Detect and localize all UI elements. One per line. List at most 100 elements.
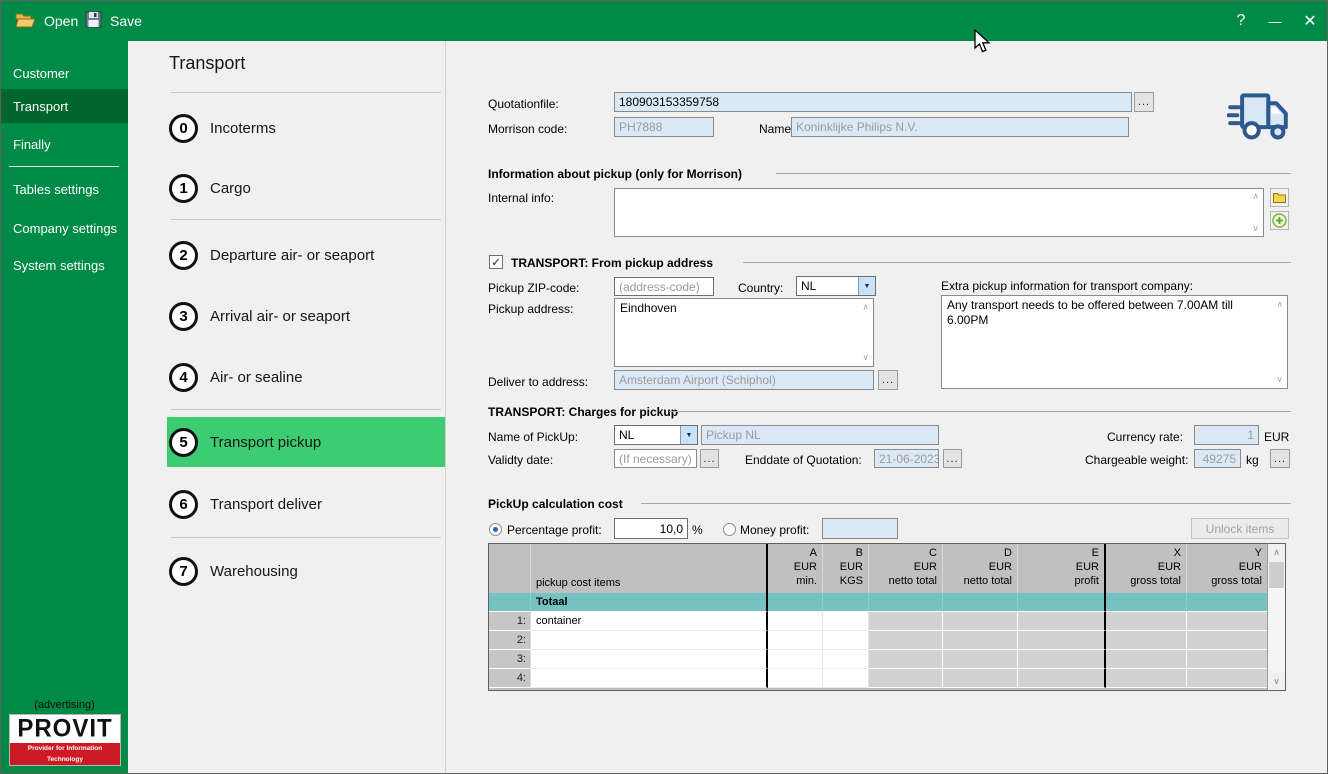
calc-section-line bbox=[641, 503, 1291, 504]
weight-browse-button[interactable]: ... bbox=[1270, 449, 1290, 468]
step-5-transport-pickup[interactable]: 5 Transport pickup bbox=[167, 417, 445, 467]
value-cell-b[interactable] bbox=[823, 631, 869, 650]
customer-name-field[interactable]: Koninklijke Philips N.V. bbox=[791, 117, 1129, 137]
extra-pickup-label: Extra pickup information for transport c… bbox=[941, 279, 1193, 293]
scroll-up-icon[interactable]: ∧ bbox=[862, 303, 869, 312]
step-4-air-or-sealine[interactable]: 4 Air- or sealine bbox=[169, 352, 445, 402]
column-header-y: YEURgross total bbox=[1187, 544, 1268, 593]
currency-rate-field[interactable]: 1 bbox=[1194, 425, 1259, 445]
scroll-up-icon[interactable]: ∧ bbox=[1268, 544, 1285, 561]
percentage-profit-label: Percentage profit: bbox=[507, 523, 602, 537]
value-cell-b[interactable] bbox=[823, 650, 869, 669]
scroll-down-icon[interactable]: ∨ bbox=[1252, 224, 1259, 233]
scroll-down-icon[interactable]: ∨ bbox=[1276, 375, 1283, 384]
unlock-items-button[interactable]: Unlock items bbox=[1191, 518, 1289, 539]
validity-date-browse-button[interactable]: ... bbox=[700, 449, 719, 468]
cost-item-cell[interactable]: container bbox=[531, 612, 768, 631]
chevron-down-icon[interactable]: ▼ bbox=[680, 426, 697, 444]
total-row-label: Totaal bbox=[531, 593, 768, 612]
step-6-transport-deliver[interactable]: 6 Transport deliver bbox=[169, 479, 445, 529]
total-cell-x bbox=[1106, 593, 1187, 612]
pickup-section-checkbox[interactable]: ✓ bbox=[489, 255, 503, 269]
money-profit-radio[interactable] bbox=[723, 523, 736, 536]
sidebar-item-system-settings[interactable]: System settings bbox=[1, 248, 128, 282]
step-2-departure-port[interactable]: 2 Departure air- or seaport bbox=[169, 230, 445, 280]
money-profit-field[interactable] bbox=[822, 518, 898, 539]
step-0-incoterms[interactable]: 0 Incoterms bbox=[169, 103, 445, 153]
value-cell-d bbox=[943, 631, 1018, 650]
pickup-cost-table: pickup cost items AEURmin. BEURKGS CEURn… bbox=[488, 543, 1269, 691]
charges-section-title: TRANSPORT: Charges for pickup bbox=[488, 405, 678, 419]
step-1-cargo[interactable]: 1 Cargo bbox=[169, 163, 445, 213]
provit-logo: PROVIT Provider for Information Technolo… bbox=[9, 714, 121, 766]
money-profit-label: Money profit: bbox=[740, 523, 809, 537]
open-button[interactable]: Open bbox=[15, 1, 78, 41]
step-number-badge: 0 bbox=[169, 114, 198, 143]
steps-panel-title: Transport bbox=[169, 53, 245, 74]
value-cell-a[interactable] bbox=[768, 631, 823, 650]
chargeable-weight-field[interactable]: 49275 bbox=[1194, 449, 1241, 468]
column-header-x: XEURgross total bbox=[1106, 544, 1187, 593]
step-separator bbox=[171, 537, 441, 538]
provit-logo-title: PROVIT bbox=[10, 714, 120, 743]
total-cell-e bbox=[1018, 593, 1106, 612]
pickup-address-textarea[interactable]: Eindhoven ∧ ∨ bbox=[614, 298, 874, 367]
internal-info-textarea[interactable]: ∧ ∨ bbox=[614, 188, 1264, 237]
cost-item-cell[interactable] bbox=[531, 669, 768, 688]
items-column-header: pickup cost items bbox=[531, 544, 768, 593]
sidebar-item-company-settings[interactable]: Company settings bbox=[1, 211, 128, 245]
help-button[interactable]: ? bbox=[1229, 1, 1253, 41]
value-cell-b[interactable] bbox=[823, 612, 869, 631]
pickup-name-field[interactable]: Pickup NL bbox=[701, 425, 939, 445]
value-cell-a[interactable] bbox=[768, 612, 823, 631]
step-number-badge: 2 bbox=[169, 241, 198, 270]
value-cell-b[interactable] bbox=[823, 669, 869, 688]
quotationfile-browse-button[interactable]: ... bbox=[1134, 92, 1154, 112]
cost-item-cell[interactable] bbox=[531, 631, 768, 650]
deliver-to-browse-button[interactable]: ... bbox=[878, 370, 898, 390]
sidebar-item-finally[interactable]: Finally bbox=[1, 127, 128, 161]
value-cell-a[interactable] bbox=[768, 669, 823, 688]
scroll-up-icon[interactable]: ∧ bbox=[1252, 192, 1259, 201]
value-cell-e bbox=[1018, 650, 1106, 669]
cost-item-cell[interactable] bbox=[531, 650, 768, 669]
percentage-profit-radio[interactable] bbox=[489, 523, 502, 536]
country-dropdown[interactable]: NL ▼ bbox=[796, 276, 876, 296]
scrollbar-thumb[interactable] bbox=[1269, 562, 1284, 588]
pickup-zip-field[interactable]: (address-code) bbox=[614, 277, 714, 296]
value-cell-e bbox=[1018, 612, 1106, 631]
morrison-code-field[interactable]: PH7888 bbox=[614, 117, 714, 137]
enddate-browse-button[interactable]: ... bbox=[943, 449, 962, 468]
sidebar-item-transport[interactable]: Transport bbox=[1, 89, 128, 123]
sidebar-item-customer[interactable]: Customer bbox=[1, 56, 128, 90]
pickup-name-dropdown[interactable]: NL ▼ bbox=[614, 425, 698, 445]
extra-pickup-textarea[interactable]: Any transport needs to be offered betwee… bbox=[941, 295, 1288, 389]
validity-date-field[interactable]: (If necessary) bbox=[614, 449, 697, 468]
percentage-profit-field[interactable]: 10,0 bbox=[614, 518, 688, 539]
enddate-field[interactable]: 21-06-2023 bbox=[874, 449, 939, 468]
total-cell-a bbox=[768, 593, 823, 612]
currency-rate-label: Currency rate: bbox=[1107, 430, 1183, 444]
scroll-up-icon[interactable]: ∧ bbox=[1276, 300, 1283, 309]
value-cell-a[interactable] bbox=[768, 650, 823, 669]
sidebar-separator bbox=[9, 166, 119, 167]
table-scrollbar[interactable]: ∧ ∨ bbox=[1267, 543, 1286, 691]
step-3-arrival-port[interactable]: 3 Arrival air- or seaport bbox=[169, 291, 445, 341]
close-button[interactable]: ✕ bbox=[1297, 1, 1323, 41]
step-7-warehousing[interactable]: 7 Warehousing bbox=[169, 546, 445, 596]
sidebar-item-tables-settings[interactable]: Tables settings bbox=[1, 172, 128, 206]
currency-unit-label: EUR bbox=[1264, 430, 1289, 444]
minimize-button[interactable]: — bbox=[1263, 1, 1287, 41]
deliver-to-field[interactable]: Amsterdam Airport (Schiphol) bbox=[614, 370, 874, 390]
step-number-badge: 4 bbox=[169, 363, 198, 392]
quotationfile-field[interactable]: 180903153359758 bbox=[614, 92, 1132, 112]
chevron-down-icon[interactable]: ▼ bbox=[858, 277, 875, 295]
column-header-c: CEURnetto total bbox=[869, 544, 943, 593]
scroll-down-icon[interactable]: ∨ bbox=[1268, 673, 1285, 690]
pickup-section-line bbox=[743, 262, 1291, 263]
save-button[interactable]: Save bbox=[85, 1, 142, 41]
folder-button[interactable] bbox=[1270, 188, 1289, 207]
add-button[interactable] bbox=[1270, 211, 1289, 230]
scroll-down-icon[interactable]: ∨ bbox=[862, 353, 869, 362]
charges-section-line bbox=[669, 411, 1291, 412]
